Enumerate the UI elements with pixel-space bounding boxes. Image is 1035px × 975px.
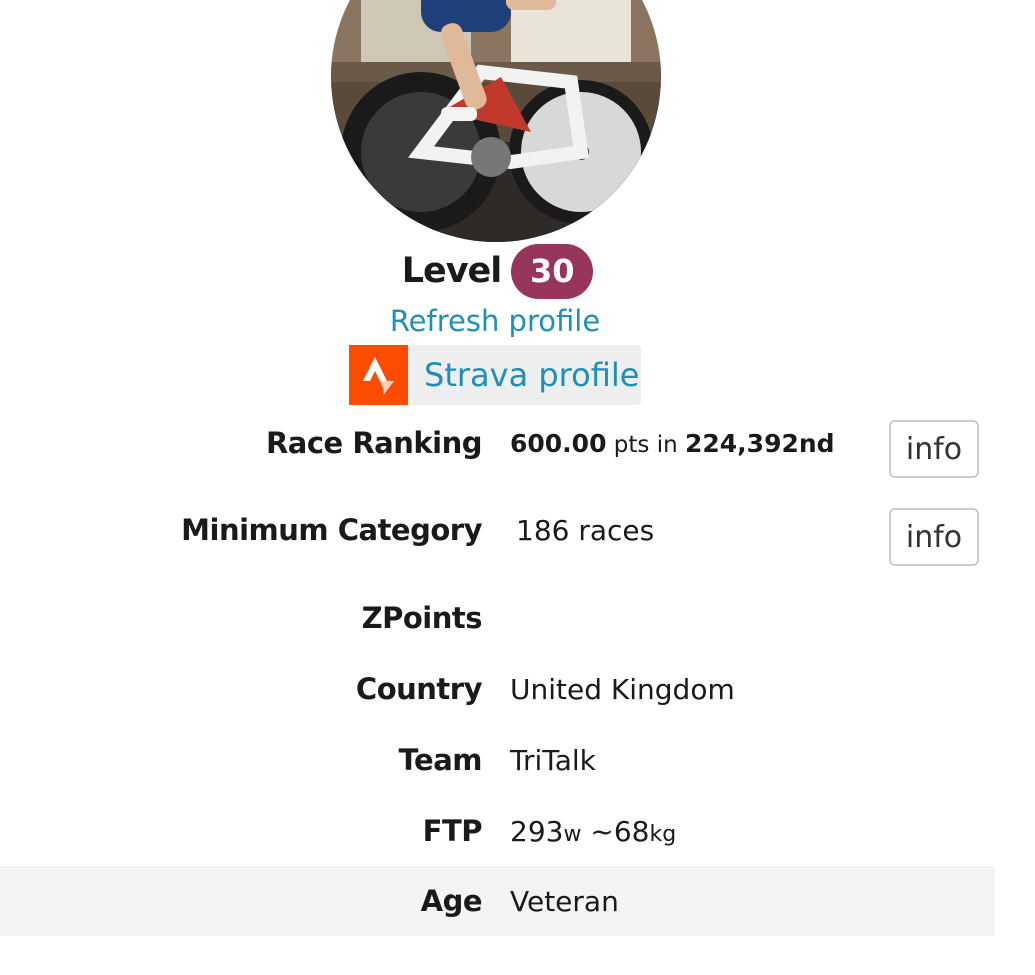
race-ranking-value: 600.00 pts in 224,392nd: [510, 429, 835, 458]
ftp-value: 293w ~68kg: [510, 815, 676, 848]
age-row: Age Veteran: [0, 866, 995, 936]
ftp-label: FTP: [422, 814, 483, 848]
level-label: Level: [401, 251, 503, 291]
ftp-weight-unit: kg: [649, 821, 677, 847]
country-row: Country United Kingdom: [0, 661, 995, 717]
age-value: Veteran: [510, 884, 619, 918]
race-ranking-rank: 224,392nd: [685, 428, 835, 458]
team-label: Team: [398, 743, 483, 777]
strava-profile-button[interactable]: Strava profile: [349, 345, 641, 405]
zpoints-row: ZPoints: [0, 590, 995, 646]
level-badge: 30: [511, 243, 594, 299]
refresh-profile-link[interactable]: Refresh profile: [0, 304, 990, 338]
ftp-row: FTP 293w ~68kg: [0, 803, 995, 859]
level-row: Level 30: [0, 243, 995, 299]
race-ranking-info-button[interactable]: info: [889, 420, 979, 478]
race-ranking-points: 600.00: [510, 428, 607, 458]
profile-avatar: [331, 0, 661, 242]
minimum-category-info-button[interactable]: info: [889, 508, 979, 566]
country-label: Country: [355, 672, 483, 706]
strava-profile-label: Strava profile: [424, 356, 640, 394]
strava-logo-icon: [349, 345, 408, 405]
minimum-category-value: 186 races: [516, 513, 655, 547]
age-label: Age: [420, 884, 483, 918]
race-ranking-row: Race Ranking 600.00 pts in 224,392nd: [0, 414, 995, 472]
race-ranking-pts-text: pts in: [613, 431, 678, 458]
ftp-watts-unit: w: [563, 821, 582, 847]
minimum-category-row: Minimum Category 186 races: [0, 501, 995, 559]
ftp-watts: 293: [510, 814, 564, 848]
team-row: Team TriTalk: [0, 732, 995, 788]
country-value: United Kingdom: [510, 672, 735, 706]
zpoints-label: ZPoints: [361, 601, 483, 635]
team-link[interactable]: TriTalk: [510, 744, 596, 777]
ftp-weight: ~68: [590, 814, 650, 848]
minimum-category-label: Minimum Category: [181, 513, 482, 547]
race-ranking-label: Race Ranking: [265, 426, 483, 460]
